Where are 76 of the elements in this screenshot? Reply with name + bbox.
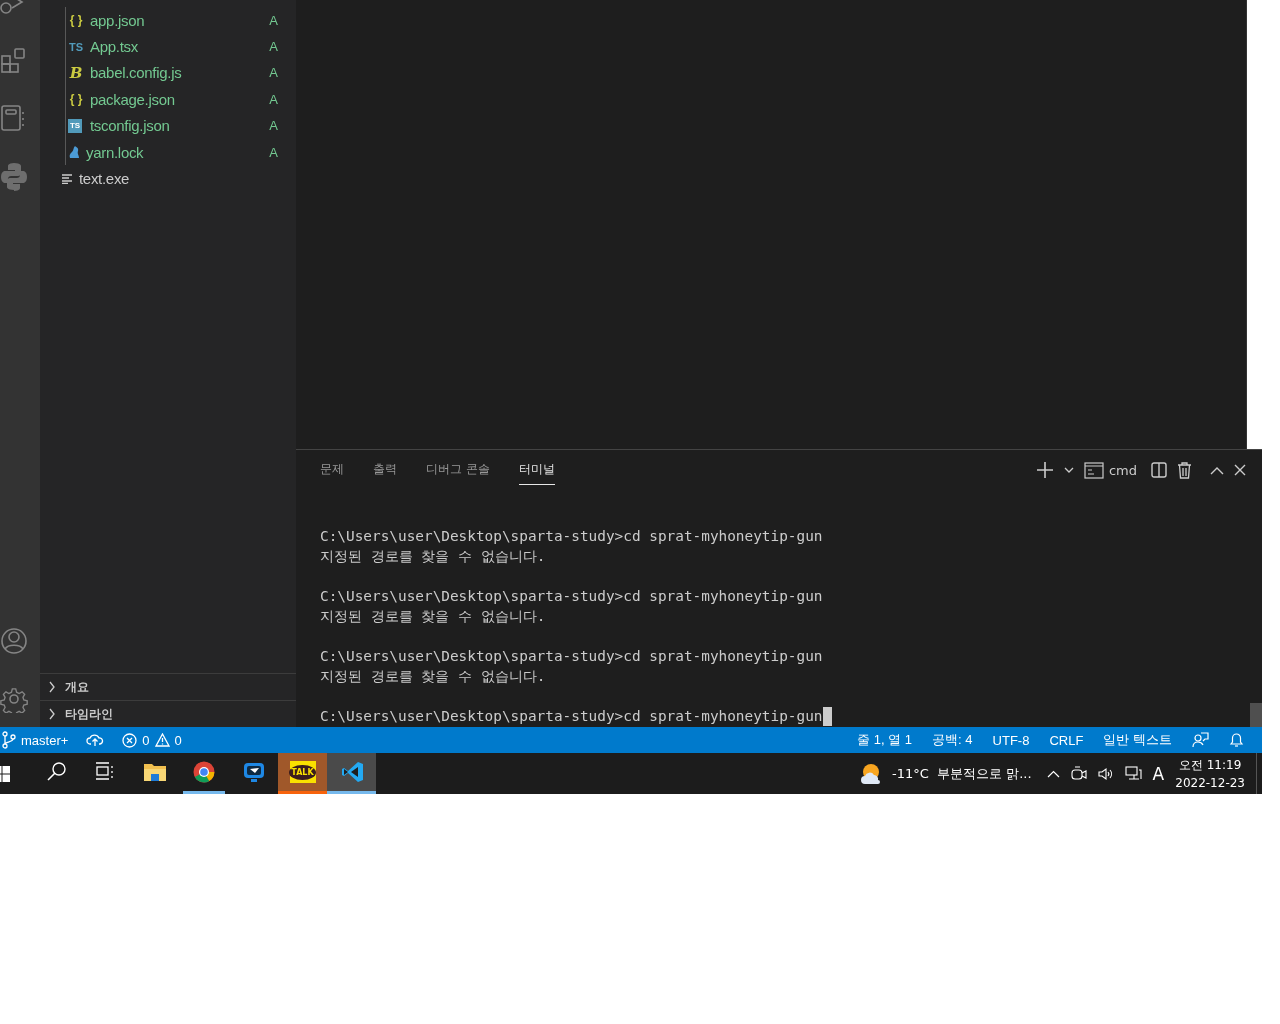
code-editor-icon	[340, 761, 363, 783]
bell-icon[interactable]	[1229, 732, 1244, 748]
tsconfig-icon: TS	[68, 118, 82, 133]
notebook-icon[interactable]	[0, 104, 26, 132]
scrollbar-thumb[interactable]	[1250, 703, 1262, 727]
panel-tab[interactable]: 문제	[320, 455, 344, 485]
close-icon[interactable]	[1234, 464, 1246, 476]
status-item[interactable]: CRLF	[1049, 732, 1084, 748]
text-cursor	[822, 706, 832, 726]
cloud-upload-icon[interactable]	[86, 733, 105, 747]
date-text: 2022-12-23	[1175, 774, 1245, 792]
terminal-command-line: C:\Users\user\Desktop\sparta-study>cd sprat-myhoneytip-gun	[320, 587, 824, 606]
chat-bubble-icon: TALK	[289, 761, 316, 783]
braces-icon: { }	[68, 92, 84, 107]
git-status-label: A	[269, 91, 278, 107]
git-status-label: A	[269, 144, 278, 160]
chevron-down-icon[interactable]	[1063, 466, 1074, 474]
babel-icon: B	[68, 63, 84, 82]
taskbar-app-button[interactable]: TALK	[278, 753, 327, 794]
panel-tab[interactable]: 디버그 콘솔	[426, 455, 490, 485]
braces-icon: { }	[68, 13, 84, 28]
taskbar-app-button[interactable]	[327, 753, 376, 794]
plus-icon[interactable]	[1035, 461, 1054, 479]
status-item[interactable]: 줄 1, 열 1	[857, 731, 913, 749]
panel-tab[interactable]: 출력	[373, 455, 397, 485]
branch-icon	[2, 731, 16, 749]
trash-icon[interactable]	[1177, 461, 1192, 479]
folder-icon	[143, 761, 166, 783]
section-header[interactable]: 개요	[40, 673, 296, 700]
git-status-label: A	[269, 12, 278, 28]
time-text: 오전 11:19	[1178, 756, 1242, 774]
terminal-command-line: C:\Users\user\Desktop\sparta-study>cd sprat-myhoneytip-gun	[320, 707, 823, 726]
git-status-label: A	[269, 65, 278, 81]
ts-icon: TS	[68, 40, 84, 53]
clock[interactable]: 오전 11:19 2022-12-23	[1175, 755, 1245, 792]
warning-icon	[154, 733, 170, 747]
file-item[interactable]: TS tsconfig.json A	[66, 112, 296, 139]
terminal-icon	[1083, 461, 1104, 479]
terminal-output-line: 지정된 경로를 찾을 수 없습니다.	[320, 547, 547, 566]
file-item[interactable]: TS App.tsx A	[66, 33, 296, 60]
weather-widget[interactable]: -11°C 부분적으로 맑...	[860, 762, 1032, 785]
git-status-label: A	[269, 39, 278, 55]
status-item[interactable]: UTF-8	[992, 732, 1030, 748]
speaker-icon[interactable]	[1097, 766, 1114, 781]
problems-indicator[interactable]: 0 0	[122, 732, 182, 748]
terminal-command-line: C:\Users\user\Desktop\sparta-study>cd sprat-myhoneytip-gun	[320, 527, 824, 546]
shell-name[interactable]: cmd	[1108, 462, 1137, 478]
yarn-icon	[68, 145, 80, 160]
panel-tab[interactable]: 터미널	[518, 455, 555, 485]
git-status-label: A	[269, 118, 278, 134]
terminal-output-line: 지정된 경로를 찾을 수 없습니다.	[320, 607, 547, 626]
file-item[interactable]: { } package.json A	[66, 86, 296, 113]
feedback-icon[interactable]	[1192, 732, 1209, 748]
file-item[interactable]: B babel.config.js A	[66, 59, 296, 87]
python-icon[interactable]	[0, 162, 28, 192]
file-item[interactable]: { } app.json A	[66, 7, 296, 34]
account-icon[interactable]	[0, 627, 28, 655]
extensions-icon[interactable]	[0, 46, 28, 74]
status-item[interactable]: 공백: 4	[932, 731, 973, 749]
camera-icon[interactable]	[1070, 765, 1087, 782]
file-item[interactable]: text.exe	[40, 165, 296, 192]
chevron-up-icon[interactable]	[1210, 465, 1224, 475]
monitor-icon	[242, 761, 265, 783]
terminal-command-line: C:\Users\user\Desktop\sparta-study>cd sprat-myhoneytip-gun	[320, 647, 824, 666]
chrome-icon	[193, 761, 215, 783]
input-method-indicator[interactable]: A	[1152, 763, 1165, 784]
terminal-output-line: 지정된 경로를 찾을 수 없습니다.	[320, 667, 547, 686]
search-icon	[45, 761, 68, 783]
status-item[interactable]: 일반 텍스트	[1103, 731, 1172, 749]
text-lines-icon	[62, 173, 73, 184]
settings-icon[interactable]	[0, 685, 28, 713]
split-icon[interactable]	[1151, 462, 1167, 478]
network-icon[interactable]	[1124, 766, 1142, 781]
branch-indicator[interactable]: master+	[2, 731, 69, 749]
error-icon	[122, 732, 138, 748]
file-item[interactable]: yarn.lock A	[66, 138, 296, 166]
